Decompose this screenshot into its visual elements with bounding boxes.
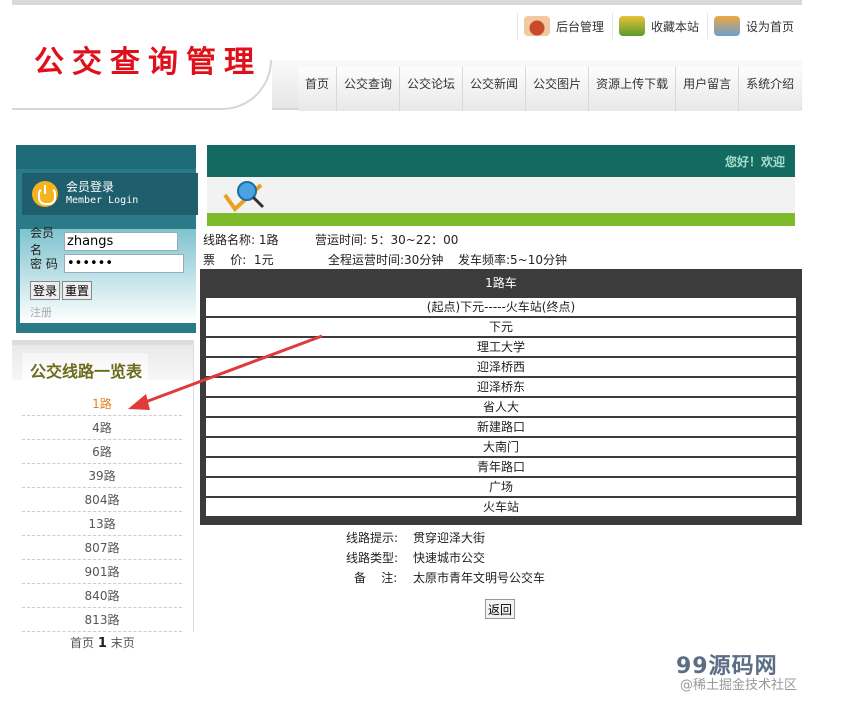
top-link-label: 设为首页 bbox=[745, 19, 794, 34]
login-buttons: 登录 重置 bbox=[20, 281, 196, 300]
login-panel: 会员登录 Member Login 会员名 密 码 登录 重置 注册 bbox=[16, 145, 198, 333]
top-link-admin[interactable]: 后台管理 bbox=[516, 13, 612, 39]
route-link[interactable]: 807路 bbox=[22, 536, 182, 560]
info-row-1: 线路名称: 1路 营运时间: 5：30~22：00 bbox=[203, 230, 567, 250]
operating-time: 营运时间: 5：30~22：00 bbox=[315, 233, 459, 247]
site-logo: 公交查询管理 bbox=[34, 45, 262, 80]
pager-first[interactable]: 首页 bbox=[70, 636, 94, 650]
login-title: 会员登录 bbox=[66, 180, 115, 194]
top-links: 后台管理 收藏本站 设为首页 bbox=[516, 13, 802, 39]
watermark-sub: @稀土掘金技术社区 bbox=[680, 678, 798, 693]
route-link[interactable]: 804路 bbox=[22, 488, 182, 512]
nav-messages[interactable]: 用户留言 bbox=[675, 67, 739, 111]
stop-row: 下元 bbox=[206, 318, 796, 336]
stop-row: 青年路口 bbox=[206, 458, 796, 476]
login-form: 会员名 密 码 登录 重置 注册 bbox=[20, 226, 196, 323]
full-time: 全程运营时间:30分钟 bbox=[328, 253, 444, 267]
note-row: 备 注: 太原市青年文明号公交车 bbox=[346, 568, 545, 588]
login-subtitle: Member Login bbox=[66, 195, 139, 206]
route-extra-info: 线路提示: 贯穿迎泽大街 线路类型: 快速城市公交 备 注: 太原市青年文明号公交车 bbox=[346, 528, 545, 588]
password-row: 密 码 bbox=[20, 253, 196, 273]
route-link[interactable]: 1路 bbox=[22, 392, 182, 416]
stop-row: 迎泽桥西 bbox=[206, 358, 796, 376]
register-link[interactable]: 注册 bbox=[20, 304, 196, 320]
fare: 票 价: 1元 bbox=[203, 253, 274, 267]
login-button[interactable]: 登录 bbox=[30, 281, 61, 300]
password-label: 密 码 bbox=[30, 256, 58, 271]
nav-home[interactable]: 首页 bbox=[298, 67, 337, 111]
banner-strip bbox=[207, 177, 795, 213]
nav-resources[interactable]: 资源上传下载 bbox=[588, 67, 676, 111]
green-bar bbox=[207, 213, 795, 226]
hint-label: 线路提示: bbox=[346, 531, 399, 545]
site-header: 公交查询管理 后台管理 收藏本站 设为首页 首页 公交查询 公交论坛 公交新闻 … bbox=[12, 5, 802, 111]
stop-row-summary: (起点)下元-----火车站(终点) bbox=[206, 298, 796, 316]
route-name: 线路名称: 1路 bbox=[203, 233, 279, 247]
top-link-bookmark[interactable]: 收藏本站 bbox=[611, 13, 707, 39]
route-link[interactable]: 4路 bbox=[22, 416, 182, 440]
nav-bus-news[interactable]: 公交新闻 bbox=[462, 67, 526, 111]
route-info: 线路名称: 1路 营运时间: 5：30~22：00 票 价: 1元 全程运营时间:3… bbox=[203, 230, 567, 270]
frequency: 发车频率:5~10分钟 bbox=[458, 253, 568, 267]
stop-row: 广场 bbox=[206, 478, 796, 496]
login-title-block: 会员登录 Member Login bbox=[66, 180, 138, 208]
bookmark-icon bbox=[618, 16, 645, 36]
hint-row: 线路提示: 贯穿迎泽大街 bbox=[346, 528, 545, 548]
route-link[interactable]: 901路 bbox=[22, 560, 182, 584]
nav-bus-query[interactable]: 公交查询 bbox=[336, 67, 400, 111]
pager-last[interactable]: 末页 bbox=[111, 636, 135, 650]
route-link[interactable]: 813路 bbox=[22, 608, 182, 632]
login-band bbox=[16, 145, 196, 169]
home-icon bbox=[713, 16, 740, 36]
phone-icon bbox=[523, 16, 550, 36]
nav-bus-pictures[interactable]: 公交图片 bbox=[525, 67, 589, 111]
pager-current: 1 bbox=[97, 636, 107, 651]
stop-row: 大南门 bbox=[206, 438, 796, 456]
power-icon bbox=[32, 181, 58, 207]
magnifier-icon bbox=[223, 181, 265, 213]
stop-row: 新建路口 bbox=[206, 418, 796, 436]
note-label: 备 注: bbox=[354, 571, 398, 585]
stop-row: 理工大学 bbox=[206, 338, 796, 356]
type-label: 线路类型: bbox=[346, 551, 399, 565]
type-value: 快速城市公交 bbox=[413, 551, 486, 565]
route-list: 1路 4路 6路 39路 804路 13路 807路 901路 840路 813… bbox=[22, 392, 182, 632]
route-pager: 首页 1 末页 bbox=[70, 634, 135, 651]
stop-row: 迎泽桥东 bbox=[206, 378, 796, 396]
stop-row: 省人大 bbox=[206, 398, 796, 416]
login-header: 会员登录 Member Login bbox=[22, 173, 198, 215]
route-link[interactable]: 840路 bbox=[22, 584, 182, 608]
username-row: 会员名 bbox=[20, 226, 196, 257]
route-link[interactable]: 13路 bbox=[22, 512, 182, 536]
username-input[interactable] bbox=[64, 231, 178, 251]
note-value: 太原市青年文明号公交车 bbox=[413, 571, 546, 585]
back-button[interactable]: 返回 bbox=[485, 599, 516, 619]
main-nav: 首页 公交查询 公交论坛 公交新闻 公交图片 资源上传下载 用户留言 系统介绍 bbox=[298, 67, 802, 111]
route-list-panel: 公交线路一览表 1路 4路 6路 39路 804路 13路 807路 901路 … bbox=[12, 340, 194, 651]
nav-about[interactable]: 系统介绍 bbox=[738, 67, 802, 111]
route-list-title: 公交线路一览表 bbox=[22, 353, 148, 381]
info-row-2: 票 价: 1元 全程运营时间:30分钟 发车频率:5~10分钟 bbox=[203, 250, 567, 270]
type-row: 线路类型: 快速城市公交 bbox=[346, 548, 545, 568]
nav-bus-forum[interactable]: 公交论坛 bbox=[399, 67, 463, 111]
top-link-homepage[interactable]: 设为首页 bbox=[706, 13, 802, 39]
stops-table-caption: 1路车 bbox=[485, 276, 517, 290]
top-link-label: 后台管理 bbox=[555, 19, 604, 34]
route-link[interactable]: 39路 bbox=[22, 464, 182, 488]
greeting-bar: 您好！欢迎 bbox=[207, 145, 795, 177]
reset-button[interactable]: 重置 bbox=[62, 281, 93, 300]
password-input[interactable] bbox=[64, 253, 184, 273]
route-link[interactable]: 6路 bbox=[22, 440, 182, 464]
main-banner: 您好！欢迎 bbox=[207, 145, 795, 227]
stop-row: 火车站 bbox=[206, 498, 796, 516]
stops-table: 1路车 (起点)下元-----火车站(终点) 下元 理工大学 迎泽桥西 迎泽桥东… bbox=[200, 269, 802, 525]
top-link-label: 收藏本站 bbox=[650, 19, 699, 34]
username-label: 会员名 bbox=[30, 226, 55, 257]
hint-value: 贯穿迎泽大街 bbox=[413, 531, 486, 545]
